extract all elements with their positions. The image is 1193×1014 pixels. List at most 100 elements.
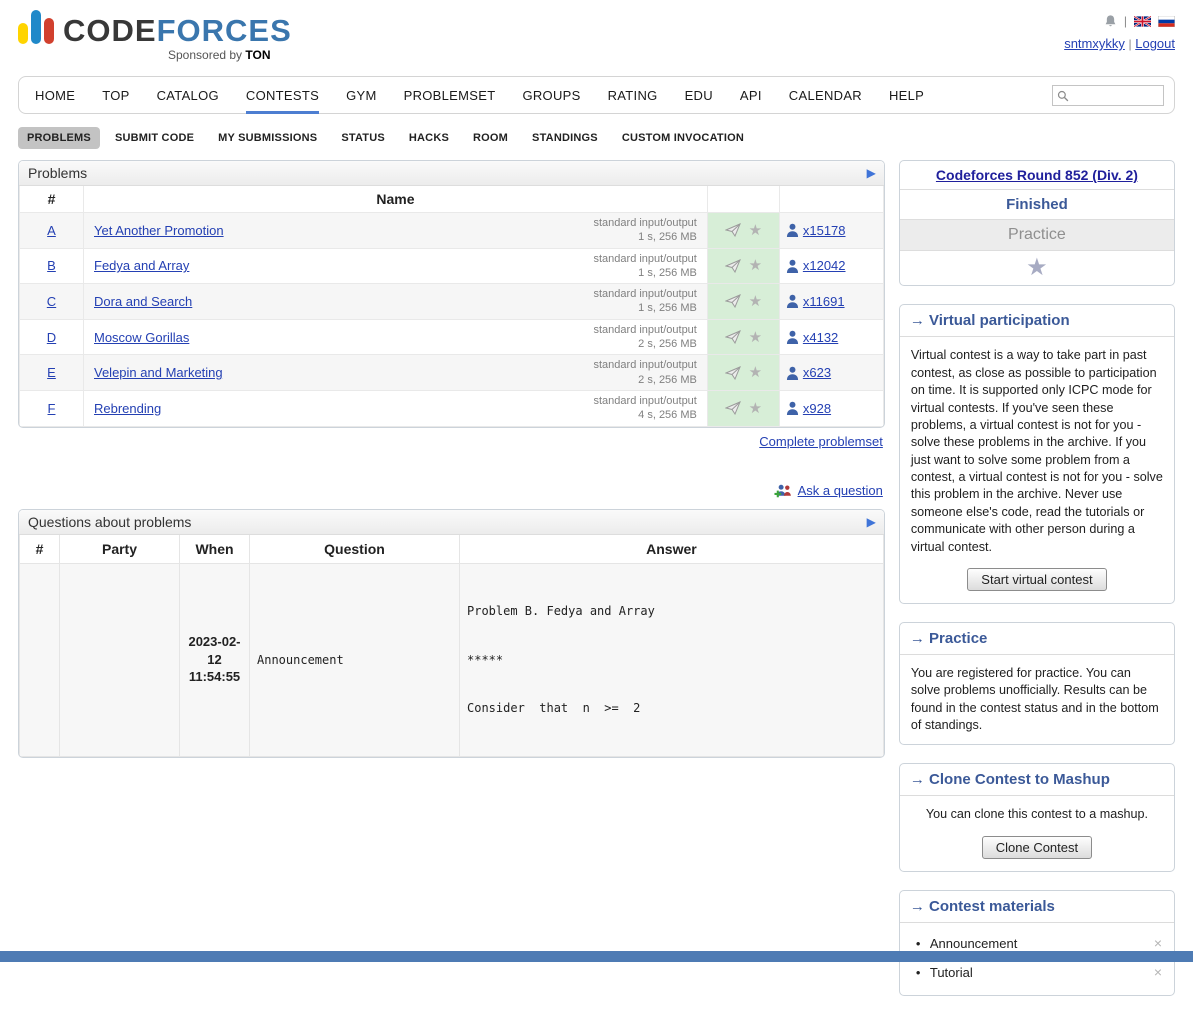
material-announcement-link[interactable]: Announcement	[930, 936, 1017, 951]
solved-count-link[interactable]: x623	[803, 365, 831, 380]
nav-item-calendar[interactable]: CALENDAR	[789, 77, 862, 114]
contest-title-link[interactable]: Codeforces Round 852 (Div. 2)	[936, 167, 1138, 183]
problem-name-link[interactable]: Dora and Search	[94, 294, 192, 309]
table-row: A Yet Another Promotion standard input/o…	[20, 213, 884, 249]
solved-count-link[interactable]: x11691	[803, 294, 845, 309]
problem-letter-link[interactable]: E	[47, 365, 56, 380]
subnav-item-status[interactable]: STATUS	[332, 127, 394, 149]
subnav-item-room[interactable]: ROOM	[464, 127, 517, 149]
subnav-item-my-submissions[interactable]: MY SUBMISSIONS	[209, 127, 326, 149]
problem-letter-link[interactable]: D	[47, 330, 56, 345]
ask-question-row: Ask a question	[20, 483, 883, 499]
header-separator: |	[1124, 14, 1127, 28]
start-virtual-contest-button[interactable]: Start virtual contest	[967, 568, 1106, 591]
logout-link[interactable]: Logout	[1135, 36, 1175, 51]
solved-count-link[interactable]: x15178	[803, 223, 846, 238]
practice-title: → Practice	[900, 623, 1174, 655]
sponsor-prefix: Sponsored by	[168, 48, 242, 62]
user-separator: |	[1128, 37, 1131, 51]
problem-name-link[interactable]: Rebrending	[94, 401, 161, 416]
caption-expand-icon[interactable]: ▶	[867, 166, 876, 180]
favorite-star-icon[interactable]: ★	[749, 330, 762, 345]
problem-limits: standard input/output1 s, 256 MB	[594, 252, 697, 281]
subnav-item-problems[interactable]: PROBLEMS	[18, 127, 100, 149]
nav-item-edu[interactable]: EDU	[685, 77, 713, 114]
logo-bar-yellow	[18, 23, 28, 44]
problem-limits: standard input/output4 s, 256 MB	[594, 394, 697, 423]
codeforces-logo[interactable]: CODEFORCES	[18, 10, 292, 46]
subnav-item-hacks[interactable]: HACKS	[400, 127, 458, 149]
problem-letter-link[interactable]: C	[47, 294, 56, 309]
problem-letter-link[interactable]: A	[47, 223, 56, 238]
solved-person-icon	[786, 401, 799, 415]
solved-count-link[interactable]: x4132	[803, 330, 838, 345]
question-answer: Problem B. Fedya and Array ***** Conside…	[460, 563, 884, 756]
contest-title-row: Codeforces Round 852 (Div. 2)	[900, 161, 1174, 190]
nav-item-groups[interactable]: GROUPS	[522, 77, 580, 114]
favorite-star-icon[interactable]: ★	[749, 223, 762, 238]
submit-plane-icon[interactable]	[725, 366, 741, 380]
page: CODEFORCES Sponsored by TON |	[0, 0, 1193, 1014]
search-input[interactable]	[1073, 89, 1161, 103]
virtual-participation-box: → Virtual participation Virtual contest …	[899, 304, 1175, 604]
problem-name-link[interactable]: Fedya and Array	[94, 258, 189, 273]
bell-icon[interactable]	[1104, 14, 1117, 28]
solved-person-icon	[786, 294, 799, 308]
subnav-item-custom-invocation[interactable]: CUSTOM INVOCATION	[613, 127, 753, 149]
contest-star-row: ★	[900, 251, 1174, 285]
favorite-star-icon[interactable]: ★	[749, 365, 762, 380]
question-row: 2023-02-12 11:54:55 Announcement Problem…	[20, 563, 884, 756]
username-link[interactable]: sntmxykky	[1064, 36, 1125, 51]
questions-box-title: Questions about problems	[28, 514, 191, 530]
virtual-button-row: Start virtual contest	[900, 566, 1174, 603]
search-box	[1052, 85, 1164, 106]
ru-flag-icon[interactable]	[1158, 16, 1175, 27]
clone-contest-button[interactable]: Clone Contest	[982, 836, 1092, 859]
contest-materials-box: → Contest materials Announcement × Tutor…	[899, 890, 1175, 996]
clone-mashup-text: You can clone this contest to a mashup.	[900, 796, 1174, 833]
submit-plane-icon[interactable]	[725, 223, 741, 237]
submit-plane-icon[interactable]	[725, 330, 741, 344]
problem-letter-link[interactable]: B	[47, 258, 56, 273]
solved-count-link[interactable]: x12042	[803, 258, 846, 273]
nav-item-problemset[interactable]: PROBLEMSET	[404, 77, 496, 114]
nav-item-api[interactable]: API	[740, 77, 762, 114]
table-row: D Moscow Gorillas standard input/output2…	[20, 319, 884, 355]
close-icon[interactable]: ×	[1154, 965, 1162, 979]
problem-limits: standard input/output2 s, 256 MB	[594, 323, 697, 352]
nav-item-home[interactable]: HOME	[35, 77, 75, 114]
solved-count-link[interactable]: x928	[803, 401, 831, 416]
ask-question-link[interactable]: Ask a question	[798, 483, 883, 498]
nav-item-gym[interactable]: GYM	[346, 77, 377, 114]
content: Problems ▶ # Name	[18, 160, 1175, 1014]
problem-name-link[interactable]: Moscow Gorillas	[94, 330, 189, 345]
nav-item-help[interactable]: HELP	[889, 77, 924, 114]
close-icon[interactable]: ×	[1154, 936, 1162, 950]
problem-name-link[interactable]: Velepin and Marketing	[94, 365, 223, 380]
nav-item-top[interactable]: TOP	[102, 77, 129, 114]
favorite-star-icon[interactable]: ★	[749, 294, 762, 309]
uk-flag-icon[interactable]	[1134, 16, 1151, 27]
nav-item-catalog[interactable]: CATALOG	[157, 77, 219, 114]
problem-limits: standard input/output2 s, 256 MB	[594, 358, 697, 387]
contest-materials-title: → Contest materials	[900, 891, 1174, 923]
contest-status: Finished	[900, 190, 1174, 220]
problem-letter-link[interactable]: F	[48, 401, 56, 416]
subnav-item-standings[interactable]: STANDINGS	[523, 127, 607, 149]
favorite-star-icon[interactable]: ★	[749, 258, 762, 273]
submit-plane-icon[interactable]	[725, 401, 741, 415]
submit-plane-icon[interactable]	[725, 294, 741, 308]
virtual-participation-text: Virtual contest is a way to take part in…	[900, 337, 1174, 566]
problem-name-link[interactable]: Yet Another Promotion	[94, 223, 224, 238]
material-tutorial-link[interactable]: Tutorial	[930, 965, 973, 980]
nav-item-rating[interactable]: RATING	[608, 77, 658, 114]
complete-problemset-link[interactable]: Complete problemset	[759, 434, 883, 449]
favorite-contest-star-icon[interactable]: ★	[1026, 254, 1048, 281]
header-right: |	[1064, 10, 1175, 51]
subnav-item-submit-code[interactable]: SUBMIT CODE	[106, 127, 203, 149]
favorite-star-icon[interactable]: ★	[749, 401, 762, 416]
nav-item-contests[interactable]: CONTESTS	[246, 77, 319, 114]
contest-info-box: Codeforces Round 852 (Div. 2) Finished P…	[899, 160, 1175, 286]
caption-expand-icon[interactable]: ▶	[867, 515, 876, 529]
submit-plane-icon[interactable]	[725, 259, 741, 273]
